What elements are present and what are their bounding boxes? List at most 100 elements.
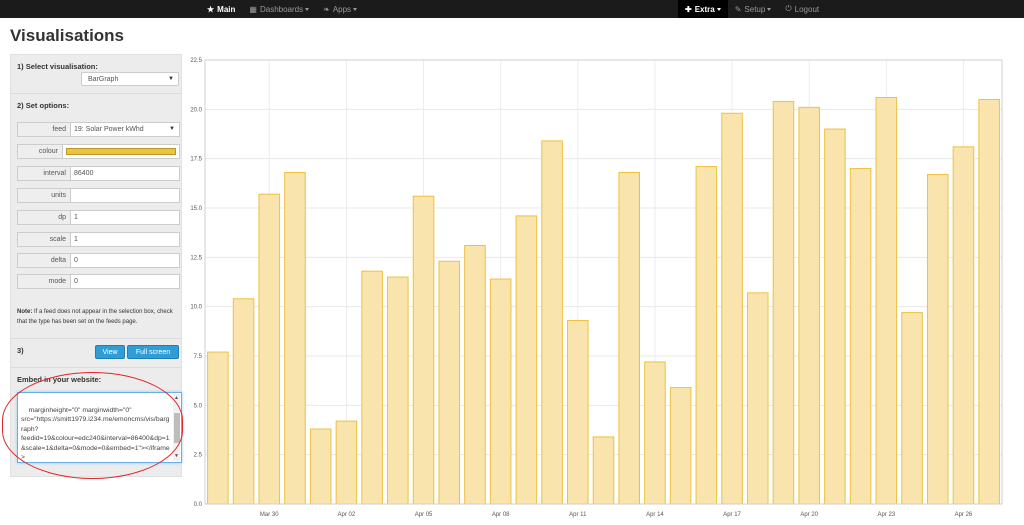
power-icon: ⏻: [785, 4, 792, 13]
select-arrow-icon: ▼: [169, 126, 175, 132]
bar: [952, 146, 975, 505]
section-3-title: 3): [17, 346, 24, 355]
bar: [335, 420, 358, 505]
bar-chart-svg: 0.0 2.5 5.0 7.5 10.0 12.5 15.0 17.5 20.0 22.5 Mar …: [190, 58, 1003, 518]
options-panel: 1) Select visualisation: BarGraph ▼ 2) S…: [10, 54, 182, 477]
x-tick-label: Apr 05: [415, 512, 433, 518]
option-units: units: [17, 188, 180, 203]
colour-picker[interactable]: [62, 144, 180, 159]
bar: [669, 387, 692, 505]
caret-down-icon: [353, 7, 358, 11]
option-feed: feed 19: Solar Power kWhd ▼: [17, 122, 180, 137]
scroll-up-icon[interactable]: ▲: [174, 394, 179, 404]
nav-extra-label: Extra: [694, 4, 715, 14]
y-tick-label: 17.5: [190, 157, 202, 163]
nav-left: ★ Main ▦ Dashboards ❧ Apps: [200, 0, 364, 18]
bar: [309, 428, 332, 505]
embed-code-textarea[interactable]: marginheight="0" marginwidth="0" src="ht…: [17, 392, 182, 463]
star-icon: ★: [207, 4, 215, 14]
x-tick-label: Apr 20: [800, 512, 818, 518]
option-colour-label: colour: [17, 144, 62, 159]
y-tick-label: 22.5: [190, 58, 202, 64]
bar: [438, 260, 461, 505]
option-dp-label: dp: [17, 210, 70, 225]
fullscreen-button[interactable]: Full screen: [127, 345, 179, 359]
bar: [721, 112, 743, 505]
bar: [387, 276, 409, 505]
nav-apps-label: Apps: [332, 4, 352, 14]
scale-input[interactable]: 1: [70, 232, 180, 247]
y-tick-label: 7.5: [194, 354, 203, 360]
caret-down-icon: [305, 7, 310, 11]
mode-input[interactable]: 0: [70, 274, 180, 289]
y-tick-label: 10.0: [190, 305, 202, 311]
grid-icon: ▦: [249, 4, 257, 14]
caret-down-icon: [716, 7, 721, 11]
bar: [978, 98, 1000, 505]
plus-icon: ✚: [685, 4, 692, 14]
bar: [412, 195, 435, 505]
x-tick-label: Apr 02: [338, 512, 356, 518]
x-tick-label: Apr 26: [955, 512, 973, 518]
option-dp: dp 1: [17, 210, 180, 225]
y-tick-label: 20.0: [190, 107, 202, 113]
top-navbar: [0, 0, 1024, 18]
option-mode: mode 0: [17, 274, 180, 289]
bar: [541, 140, 563, 505]
caret-down-icon: [767, 7, 772, 11]
option-interval-label: interval: [17, 166, 70, 181]
dp-input[interactable]: 1: [70, 210, 180, 225]
bar: [926, 173, 949, 505]
nav-main[interactable]: ★ Main: [200, 0, 242, 18]
nav-apps[interactable]: ❧ Apps: [316, 0, 364, 18]
bar: [746, 292, 769, 505]
bar: [772, 100, 795, 505]
section-select-title: 1) Select visualisation:: [17, 62, 98, 71]
feed-select[interactable]: 19: Solar Power kWhd ▼: [70, 122, 180, 137]
nav-logout[interactable]: ⏻ Logout: [778, 0, 826, 18]
option-delta-label: delta: [17, 253, 70, 268]
note-bold: Note:: [17, 309, 33, 315]
view-button[interactable]: View: [95, 345, 125, 359]
scroll-down-icon[interactable]: ▼: [174, 452, 179, 462]
y-tick-label: 15.0: [190, 206, 202, 212]
bar: [875, 96, 898, 505]
nav-dashboards[interactable]: ▦ Dashboards: [242, 0, 316, 18]
section-options-title: 2) Set options:: [17, 101, 70, 110]
x-tick-label: Mar 30: [260, 512, 279, 518]
divider: [11, 338, 181, 339]
interval-input[interactable]: 86400: [70, 166, 180, 181]
y-tick-label: 12.5: [190, 255, 202, 261]
delta-input[interactable]: 0: [70, 253, 180, 268]
y-tick-label: 5.0: [194, 403, 203, 409]
x-tick-label: Apr 08: [492, 512, 510, 518]
bar: [361, 270, 383, 505]
bar: [258, 193, 281, 505]
y-tick-label: 2.5: [194, 453, 203, 459]
option-scale-label: scale: [17, 232, 70, 247]
bar: [695, 166, 718, 505]
bar: [824, 128, 846, 505]
nav-logout-label: Logout: [794, 4, 820, 14]
option-colour: colour: [17, 144, 180, 159]
bar: [284, 171, 306, 505]
option-scale: scale 1: [17, 232, 180, 247]
bar: [798, 106, 820, 505]
option-units-label: units: [17, 188, 70, 203]
nav-extra[interactable]: ✚ Extra: [678, 0, 728, 18]
option-interval: interval 86400: [17, 166, 180, 181]
x-tick-label: Apr 17: [723, 512, 741, 518]
colour-swatch: [66, 148, 176, 155]
option-feed-label: feed: [17, 122, 70, 137]
nav-setup[interactable]: ✎ Setup: [728, 0, 779, 18]
textarea-scroll-thumb[interactable]: [174, 413, 180, 443]
nav-main-label: Main: [217, 4, 236, 14]
bar: [232, 298, 255, 505]
feed-select-value: 19: Solar Power kWhd: [74, 126, 144, 133]
bar: [618, 171, 640, 505]
units-input[interactable]: [70, 188, 180, 203]
bar: [515, 215, 538, 505]
bar: [489, 278, 512, 505]
x-tick-label: Apr 23: [877, 512, 895, 518]
visualisation-select[interactable]: BarGraph ▼: [81, 72, 179, 86]
